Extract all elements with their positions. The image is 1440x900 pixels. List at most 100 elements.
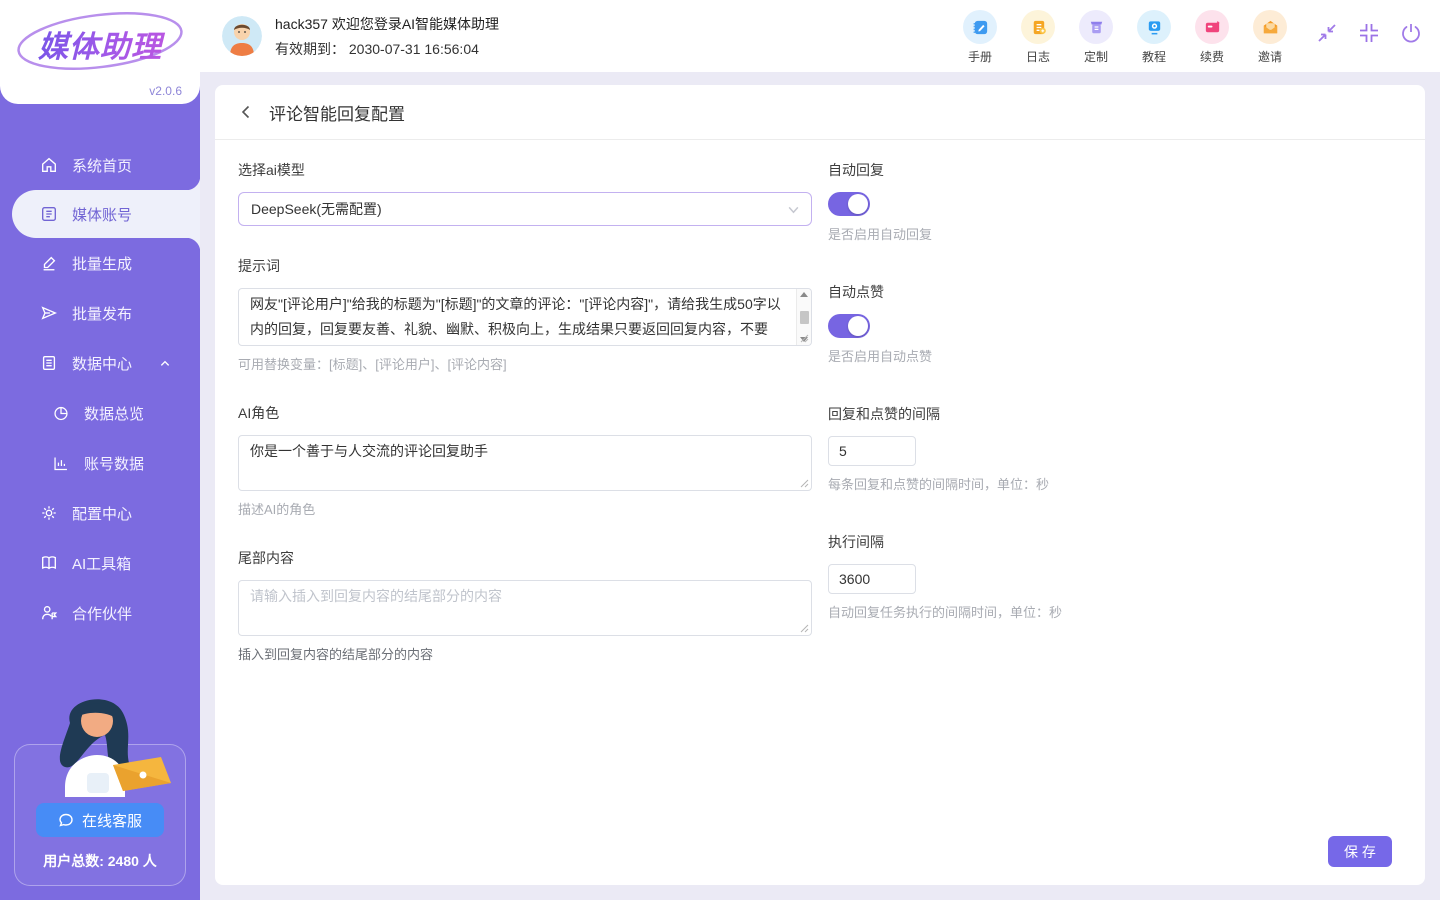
- user-avatar[interactable]: [222, 16, 262, 56]
- field-exec-interval: 执行间隔 自动回复任务执行的间隔时间，单位：秒: [828, 532, 1402, 621]
- sidebar-item-label: 批量生成: [72, 253, 132, 274]
- exec-interval-input[interactable]: [828, 564, 916, 594]
- sidebar-item-system-home[interactable]: 系统首页: [0, 140, 200, 190]
- resize-grip-icon[interactable]: [800, 479, 809, 488]
- card-title-row: 评论智能回复配置: [215, 85, 1425, 140]
- ai-model-label: 选择ai模型: [238, 160, 812, 180]
- auto-reply-toggle[interactable]: [828, 192, 870, 216]
- form-right-column: 自动回复 是否启用自动回复 自动点赞 是否启用自动点赞 回复和点赞的间隔 每条回…: [828, 160, 1402, 693]
- exec-interval-label: 执行间隔: [828, 532, 1402, 552]
- custom-icon: [1079, 10, 1113, 44]
- sidebar-item-ai-toolbox[interactable]: AI工具箱: [0, 538, 200, 588]
- field-tail-content: 尾部内容 插入到回复内容的结尾部分的内容: [238, 548, 812, 663]
- sidebar-item-media-accounts[interactable]: 媒体账号: [12, 190, 200, 238]
- save-button[interactable]: 保 存: [1328, 836, 1392, 867]
- sidebar-item-label: 配置中心: [72, 503, 132, 524]
- resize-grip-icon[interactable]: [800, 624, 809, 633]
- field-ai-model: 选择ai模型 DeepSeek(无需配置): [238, 160, 812, 226]
- interval-label: 回复和点赞的间隔: [828, 404, 1402, 424]
- prompt-label: 提示词: [238, 256, 812, 276]
- quick-manual[interactable]: 手册: [960, 10, 1000, 65]
- sidebar-item-batch-generate[interactable]: 批量生成: [0, 238, 200, 288]
- pie-chart-icon: [52, 405, 70, 422]
- book-icon: [40, 554, 58, 572]
- auto-reply-label: 自动回复: [828, 160, 1402, 180]
- auto-like-label: 自动点赞: [828, 282, 1402, 302]
- invite-icon: [1253, 10, 1287, 44]
- app-version: v2.0.6: [149, 84, 182, 98]
- exit-fullscreen-icon[interactable]: [1356, 20, 1382, 46]
- prompt-helper: 可用替换变量：[标题]、[评论用户]、[评论内容]: [238, 354, 812, 373]
- prompt-textarea[interactable]: 网友"[评论用户]"给我的标题为"[标题]"的文章的评论："[评论内容]"，请给…: [238, 288, 812, 346]
- page-title: 评论智能回复配置: [269, 100, 405, 125]
- scroll-thumb[interactable]: [800, 311, 809, 324]
- prompt-textarea-wrap: 网友"[评论用户]"给我的标题为"[标题]"的文章的评论："[评论内容]"，请给…: [238, 288, 812, 346]
- welcome-box: hack357 欢迎您登录AI智能媒体助理 有效期到： 2030-07-31 1…: [275, 14, 499, 59]
- quick-actions: 手册 日志 定制 教程 续费: [960, 10, 1290, 65]
- sidebar-item-partners[interactable]: 合作伙伴: [0, 588, 200, 638]
- ai-model-select[interactable]: DeepSeek(无需配置): [238, 192, 812, 226]
- auto-like-helper: 是否启用自动点赞: [828, 346, 1402, 365]
- field-interval: 回复和点赞的间隔 每条回复和点赞的间隔时间，单位：秒: [828, 404, 1402, 493]
- manual-icon: [963, 10, 997, 44]
- auto-reply-helper: 是否启用自动回复: [828, 224, 1402, 243]
- ai-role-textarea-wrap: 你是一个善于与人交流的评论回复助手: [238, 435, 812, 491]
- list-icon: [40, 354, 58, 372]
- online-support-button[interactable]: 在线客服: [36, 803, 164, 837]
- back-button[interactable]: [238, 104, 254, 120]
- quick-tutorial[interactable]: 教程: [1134, 10, 1174, 65]
- tail-content-label: 尾部内容: [238, 548, 812, 568]
- media-account-icon: [40, 205, 58, 223]
- expiry-text: 有效期到： 2030-07-31 16:56:04: [275, 39, 499, 59]
- quick-custom[interactable]: 定制: [1076, 10, 1116, 65]
- exec-interval-helper: 自动回复任务执行的间隔时间，单位：秒: [828, 602, 1402, 621]
- ai-role-helper: 描述AI的角色: [238, 499, 812, 518]
- partner-icon: [40, 604, 58, 622]
- resize-grip-icon[interactable]: [800, 334, 809, 343]
- top-header: hack357 欢迎您登录AI智能媒体助理 有效期到： 2030-07-31 1…: [200, 0, 1440, 72]
- quick-label: 手册: [968, 48, 992, 65]
- sidebar-item-config-center[interactable]: 配置中心: [0, 488, 200, 538]
- quick-renew[interactable]: 续费: [1192, 10, 1232, 65]
- quick-label: 定制: [1084, 48, 1108, 65]
- quick-label: 教程: [1142, 48, 1166, 65]
- chevron-up-icon: [156, 358, 174, 369]
- auto-like-toggle[interactable]: [828, 314, 870, 338]
- sidebar-nav: 系统首页 媒体账号 批量生成 批量发布 数据中心 数据总览 账号数据: [0, 104, 200, 638]
- field-prompt: 提示词 网友"[评论用户]"给我的标题为"[标题]"的文章的评论："[评论内容]…: [238, 256, 812, 373]
- ai-model-value: DeepSeek(无需配置): [251, 199, 382, 219]
- collapse-arrows-icon[interactable]: [1314, 20, 1340, 46]
- ai-role-textarea[interactable]: 你是一个善于与人交流的评论回复助手: [238, 435, 812, 491]
- quick-label: 邀请: [1258, 48, 1282, 65]
- main-content: 评论智能回复配置 选择ai模型 DeepSeek(无需配置) 提示词 网友"[评…: [200, 72, 1440, 900]
- bar-chart-icon: [52, 455, 70, 472]
- interval-input[interactable]: [828, 436, 916, 466]
- power-icon[interactable]: [1398, 20, 1424, 46]
- quick-label: 日志: [1026, 48, 1050, 65]
- scroll-up-icon[interactable]: [800, 292, 808, 297]
- sidebar-item-batch-publish[interactable]: 批量发布: [0, 288, 200, 338]
- form-left-column: 选择ai模型 DeepSeek(无需配置) 提示词 网友"[评论用户]"给我的标…: [238, 160, 812, 693]
- sidebar-item-label: 合作伙伴: [72, 603, 132, 624]
- home-icon: [40, 156, 58, 174]
- quick-invite[interactable]: 邀请: [1250, 10, 1290, 65]
- toggle-knob: [848, 316, 868, 336]
- sidebar-item-label: 数据总览: [84, 403, 144, 424]
- ai-role-label: AI角色: [238, 403, 812, 423]
- log-icon: [1021, 10, 1055, 44]
- sidebar: 媒体助理 v2.0.6 系统首页 媒体账号 批量生成 批量发布 数据中心 数据总…: [0, 0, 200, 900]
- field-auto-reply: 自动回复 是否启用自动回复: [828, 160, 1402, 243]
- sidebar-item-label: AI工具箱: [72, 553, 131, 574]
- chevron-down-icon: [787, 203, 800, 216]
- gear-icon: [40, 504, 58, 522]
- support-girl-illustration: [25, 687, 175, 807]
- sidebar-item-label: 批量发布: [72, 303, 132, 324]
- quick-log[interactable]: 日志: [1018, 10, 1058, 65]
- sidebar-item-label: 数据中心: [72, 353, 132, 374]
- sidebar-item-account-data[interactable]: 账号数据: [0, 438, 200, 488]
- config-card: 评论智能回复配置 选择ai模型 DeepSeek(无需配置) 提示词 网友"[评…: [215, 85, 1425, 885]
- sidebar-item-data-overview[interactable]: 数据总览: [0, 388, 200, 438]
- welcome-text: hack357 欢迎您登录AI智能媒体助理: [275, 14, 499, 34]
- tail-content-textarea[interactable]: [238, 580, 812, 636]
- sidebar-item-data-center[interactable]: 数据中心: [0, 338, 200, 388]
